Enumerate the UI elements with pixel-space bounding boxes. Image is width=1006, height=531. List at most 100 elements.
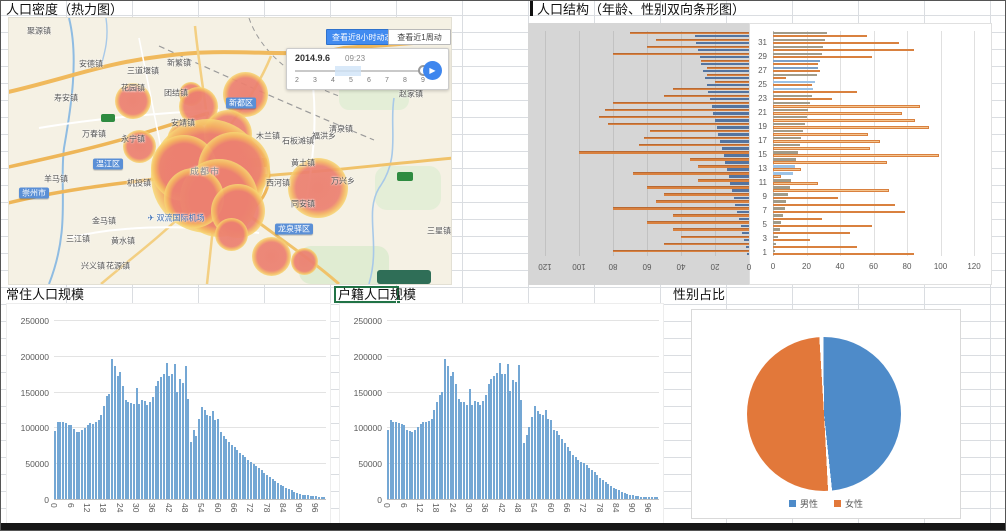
histogram-bar [474,401,476,499]
x-axis-label: 48 [180,503,190,512]
bar-left-value [673,88,750,90]
population-heatmap[interactable]: 聚源镇安德镇三道堰镇新繁镇花园镇团结镇寿安镇新都区赵家镇安靖镇万春镇永宁镇木兰镇… [9,18,451,284]
timeline-range-highlight [335,66,361,76]
category-label: 23 [751,94,767,103]
category-label: 7 [751,206,767,215]
bar-right-value [773,161,887,163]
histogram-bar [621,492,623,499]
histogram-bar [607,484,609,499]
histogram-bar [455,384,457,499]
histogram-bar [127,402,129,499]
bar-right-age [773,200,786,202]
histogram-bar [452,372,454,499]
histogram-bar [477,402,479,499]
histogram-bar [171,374,173,499]
histogram-bar [596,475,598,499]
histogram-bar [569,451,571,499]
x-axis-label: 90 [627,503,637,512]
bar-left-value [613,207,749,209]
histogram-bar [520,400,522,499]
map-district-label: 龙泉驿区 [275,224,313,235]
bar-left-age [710,98,749,100]
bar-left-age [703,70,749,72]
x-axis-label: 6 [66,503,76,508]
bar-right-value [773,189,889,191]
bar-left-value [599,116,749,118]
bar-left-value [715,81,749,83]
histogram-bar [108,394,110,499]
histogram-bar [463,402,465,499]
pie [747,337,901,491]
x-axis-label: 30 [464,503,474,512]
heat-spot [252,237,291,276]
histogram-bar [417,427,419,499]
population-pyramid-chart[interactable]: 1201008060402000204060801001203129272523… [528,21,992,285]
bar-left-value [698,179,749,181]
histogram-bar [547,419,549,499]
histogram-bar [422,422,424,499]
histogram-bar [195,436,197,499]
timeline-panel: 2014.9.6 09:23 23456789 ▶ [286,48,449,90]
histogram-bar [193,430,195,499]
histogram-bar [602,480,604,499]
histogram-bar [239,453,241,499]
category-label: 3 [751,234,767,243]
histogram-bar [537,411,539,499]
x-axis [54,499,326,500]
histogram-bar [258,468,260,499]
histogram-bar [398,423,400,499]
view-1w-button[interactable]: 查看近1周动态图 [388,29,451,45]
histogram-bar [539,414,541,499]
histogram-bar [174,364,176,499]
gender-pie-chart[interactable]: 男性女性 [691,309,961,519]
play-button[interactable]: ▶ [423,61,442,80]
histogram-bar [466,405,468,500]
map-town-label: 安靖镇 [171,118,195,129]
resident-histogram[interactable]: 0500001000001500002000002500000612182430… [6,303,331,524]
gridline [387,320,659,321]
histogram-bar [73,429,75,499]
map-town-label: 寿安镇 [54,93,78,104]
bar-right-age [773,130,803,132]
histogram-bar [436,402,438,499]
y-axis-label: 200000 [342,352,382,362]
histogram-bar [125,400,127,499]
category-label: 9 [751,192,767,201]
bar-right-age [773,165,795,167]
histogram-bar [618,490,620,499]
bar-left-age [727,168,749,170]
axis-tick-label: 0 [771,262,775,271]
gridline [907,31,908,256]
map-town-label: 石板滩镇 [282,136,314,147]
x-axis [387,499,659,500]
y-axis-label: 100000 [342,423,382,433]
bar-right-age [773,186,790,188]
histogram-bar [605,482,607,499]
histogram-bar [141,400,143,499]
map-town-label: 金马镇 [92,216,116,227]
x-axis-label: 42 [164,503,174,512]
bar-left-value [656,39,750,41]
timeline-tick-label: 8 [403,77,407,84]
histogram-bar [190,442,192,499]
bar-right-value [773,175,781,177]
gridline [387,392,659,393]
map-town-label: 团结镇 [164,88,188,99]
x-axis-label: 36 [480,503,490,512]
histogram-bar [594,472,596,499]
bar-right-age [773,123,805,125]
registered-histogram[interactable]: 0500001000001500002000002500000612182430… [339,303,664,524]
axis-tick-label: 100 [572,262,585,271]
bar-right-value [773,112,902,114]
bar-right-value [773,119,915,121]
histogram-bar [95,422,97,499]
histogram-bar [509,391,511,499]
histogram-bar [182,383,184,499]
x-axis-label: 54 [196,503,206,512]
bar-left-value [673,214,750,216]
bar-left-value [701,60,749,62]
histogram-bar [209,416,211,499]
bar-left-age [717,126,749,128]
bar-left-age [705,77,749,79]
bar-left-value [647,186,749,188]
